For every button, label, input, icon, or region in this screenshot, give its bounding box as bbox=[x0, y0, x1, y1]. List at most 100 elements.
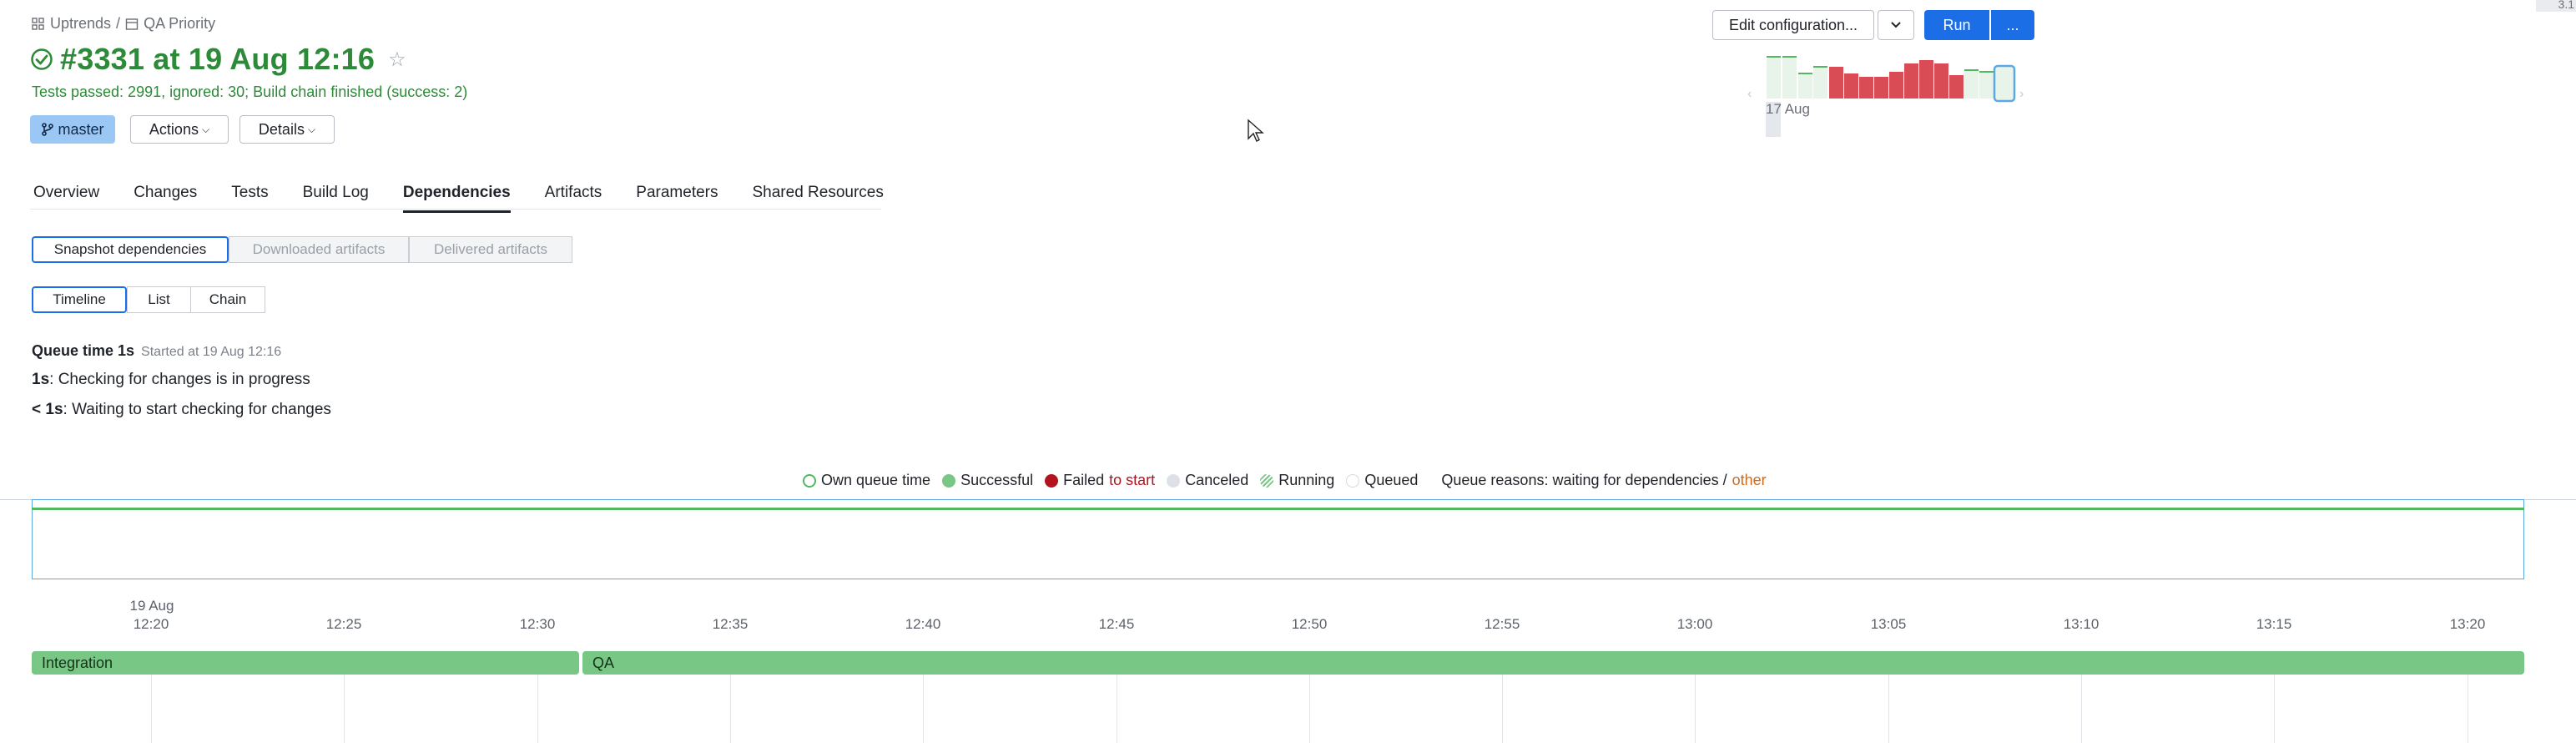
tab-build-log[interactable]: Build Log bbox=[303, 184, 369, 213]
tab-changes[interactable]: Changes bbox=[134, 184, 197, 213]
timeline-tick-label: 13:05 bbox=[1870, 616, 1907, 632]
legend-failed: Failed to start bbox=[1045, 472, 1155, 489]
edit-configuration-dropdown[interactable] bbox=[1878, 10, 1914, 40]
build-bar-label: QA bbox=[592, 654, 615, 671]
run-label: Run bbox=[1943, 16, 1971, 33]
build-title-row: #3331 at 19 Aug 12:16 ☆ bbox=[30, 42, 406, 77]
details-label: Details bbox=[258, 120, 305, 138]
history-bar-selected bbox=[1993, 64, 2016, 103]
branch-badge[interactable]: master bbox=[30, 115, 115, 144]
breadcrumb-separator: / bbox=[116, 15, 121, 32]
downloaded-artifacts-option[interactable]: Downloaded artifacts bbox=[229, 236, 409, 263]
mouse-cursor-icon bbox=[1248, 119, 1264, 142]
history-bar bbox=[1964, 70, 1979, 99]
history-bar bbox=[1844, 73, 1858, 99]
timeline-build-bar-integration[interactable]: Integration bbox=[32, 651, 579, 675]
tab-artifacts[interactable]: Artifacts bbox=[545, 184, 602, 213]
breadcrumb-build-config-link[interactable]: QA Priority bbox=[144, 15, 215, 33]
legend-other-link[interactable]: other bbox=[1732, 472, 1767, 489]
legend-running-label: Running bbox=[1278, 472, 1335, 488]
project-grid-icon bbox=[32, 17, 44, 30]
chevron-down-icon: ⌵ bbox=[307, 123, 316, 135]
timeline-tick-label: 12:30 bbox=[519, 616, 556, 632]
chain-option[interactable]: Chain bbox=[190, 286, 265, 313]
tab-parameters[interactable]: Parameters bbox=[636, 184, 718, 213]
build-summary: Tests passed: 2991, ignored: 30; Build c… bbox=[32, 83, 468, 100]
snapshot-dependencies-option[interactable]: Snapshot dependencies bbox=[32, 236, 229, 263]
legend-canceled: Canceled bbox=[1167, 472, 1248, 489]
legend-failed-label: Failed bbox=[1063, 472, 1105, 488]
legend-successful-label: Successful bbox=[960, 472, 1034, 488]
branch-icon bbox=[42, 123, 54, 136]
edit-configuration-button[interactable]: Edit configuration... bbox=[1712, 10, 1874, 40]
breadcrumb-project-link[interactable]: Uptrends bbox=[50, 15, 111, 33]
delivered-artifacts-option[interactable]: Delivered artifacts bbox=[409, 236, 572, 263]
queue-reason-2-duration: < 1s bbox=[32, 401, 63, 418]
history-bar bbox=[1949, 75, 1964, 99]
details-button[interactable]: Details ⌵ bbox=[239, 115, 335, 144]
list-option[interactable]: List bbox=[127, 286, 190, 313]
timeline-tick-label: 12:40 bbox=[905, 616, 941, 632]
queue-reason-1: 1s: Checking for changes is in progress bbox=[32, 371, 310, 389]
chart-date-label: 17 Aug bbox=[1766, 101, 1810, 117]
running-dot-icon bbox=[1260, 473, 1274, 488]
history-bar bbox=[1979, 72, 1994, 99]
timeline-tick-label: 12:20 bbox=[133, 616, 169, 632]
timeline-overview-selection[interactable] bbox=[32, 499, 2524, 579]
history-bar bbox=[1782, 57, 1797, 99]
timeline-option[interactable]: Timeline bbox=[32, 286, 127, 313]
page-title: #3331 at 19 Aug 12:16 bbox=[60, 42, 376, 76]
timeline-tick-label: 12:25 bbox=[325, 616, 362, 632]
success-check-icon bbox=[31, 48, 53, 70]
run-options-button[interactable]: ... bbox=[1991, 10, 2034, 40]
queue-reason-1-text: : Checking for changes is in progress bbox=[49, 371, 310, 388]
queue-time-heading: Queue time 1s Started at 19 Aug 12:16 bbox=[32, 342, 281, 360]
history-bar bbox=[1767, 57, 1781, 99]
tab-tests[interactable]: Tests bbox=[231, 184, 268, 213]
chevron-down-icon bbox=[1891, 22, 1901, 28]
tab-dependencies[interactable]: Dependencies bbox=[402, 184, 511, 213]
timeline-tick-label: 12:35 bbox=[712, 616, 749, 632]
star-icon[interactable]: ☆ bbox=[388, 48, 406, 72]
canceled-dot-icon bbox=[1167, 473, 1181, 488]
view-mode-selector: Timeline List Chain bbox=[32, 286, 265, 313]
legend-queued-label: Queued bbox=[1364, 472, 1419, 488]
dependency-type-selector: Snapshot dependencies Downloaded artifac… bbox=[32, 236, 572, 263]
branch-label: master bbox=[58, 120, 104, 138]
history-bar bbox=[1934, 63, 1948, 99]
actions-button[interactable]: Actions ⌵ bbox=[130, 115, 229, 144]
timeline-build-bar-qa[interactable]: QA bbox=[582, 651, 2524, 675]
queue-reason-2: < 1s: Waiting to start checking for chan… bbox=[32, 401, 331, 419]
build-history-chart[interactable] bbox=[1762, 55, 2018, 107]
run-button[interactable]: Run bbox=[1924, 10, 1989, 40]
tab-overview[interactable]: Overview bbox=[33, 184, 99, 213]
queue-reason-1-duration: 1s bbox=[32, 371, 50, 388]
chart-prev-icon[interactable]: ‹ bbox=[1747, 87, 1752, 102]
history-bar bbox=[1859, 77, 1873, 99]
timeline-tick-label: 13:10 bbox=[2063, 616, 2100, 632]
legend-successful: Successful bbox=[942, 472, 1033, 489]
legend-queued: Queued bbox=[1346, 472, 1418, 489]
legend-own-queue: Own queue time bbox=[803, 472, 930, 489]
build-config-icon bbox=[125, 18, 139, 30]
timeline-tick-label: 12:55 bbox=[1484, 616, 1520, 632]
build-bar-label: Integration bbox=[42, 654, 113, 671]
history-bar bbox=[1798, 73, 1812, 99]
edit-configuration-label: Edit configuration... bbox=[1728, 16, 1858, 33]
legend-queue-reasons-label: Queue reasons: waiting for dependencies … bbox=[1441, 472, 1727, 488]
timeline-date-label: 19 Aug bbox=[129, 598, 174, 614]
legend-queue-reasons: Queue reasons: waiting for dependencies … bbox=[1441, 472, 1766, 489]
tab-shared-resources[interactable]: Shared Resources bbox=[753, 184, 884, 213]
corner-indicator: 3.1 bbox=[2536, 0, 2576, 12]
own-queue-dot-icon bbox=[803, 473, 816, 488]
legend-canceled-label: Canceled bbox=[1185, 472, 1249, 488]
chart-next-icon[interactable]: › bbox=[2019, 87, 2024, 102]
history-bar bbox=[1889, 72, 1903, 99]
successful-dot-icon bbox=[942, 473, 956, 488]
timeline-tick-label: 12:45 bbox=[1098, 616, 1135, 632]
legend-to-start-label: to start bbox=[1109, 472, 1156, 488]
timeline-legend: Own queue time Successful Failed to start… bbox=[803, 472, 1773, 489]
timeline-tick-label: 13:00 bbox=[1676, 616, 1713, 632]
queue-time-title: Queue time 1s bbox=[32, 342, 135, 359]
timeline-tick-label: 13:20 bbox=[2449, 616, 2486, 632]
